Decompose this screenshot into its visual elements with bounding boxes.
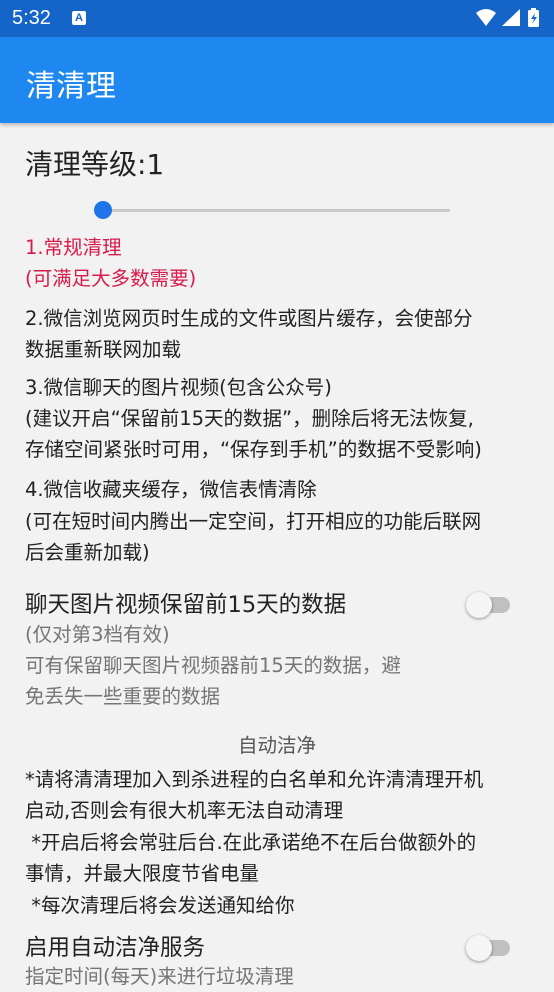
switch-thumb[interactable] xyxy=(466,935,492,961)
status-time: 5:32 xyxy=(12,7,51,29)
level-3-line-2: (建议开启“保留前15天的数据”，删除后将无法恢复, xyxy=(25,407,474,430)
keep-15-days-sub-2: 可有保留聊天图片视频器前15天的数据，避 xyxy=(25,654,401,677)
level-4-line-2: (可在短时间内腾出一定空间，打开相应的功能后联网 xyxy=(25,510,482,533)
auto-clean-service-switch[interactable] xyxy=(466,935,514,961)
keep-15-days-switch[interactable] xyxy=(466,592,514,618)
level-3-line-1: 3.微信聊天的图片视频(包含公众号) xyxy=(25,376,332,399)
auto-clean-note-2-line-1: *开启后将会常驻后台.在此承诺绝不在后台做额外的 xyxy=(25,831,477,854)
auto-clean-note-3: *每次清理后将会发送通知给你 xyxy=(25,894,295,917)
level-1-note: (可满足大多数需要) xyxy=(25,267,197,290)
app-title: 清清理 xyxy=(26,69,116,104)
auto-clean-note-2-line-2: 事情，并最大限度节省电量 xyxy=(25,862,260,885)
app-bar: 清清理 xyxy=(0,37,554,123)
auto-clean-service-sub: 指定时间(每天)来进行垃圾清理 xyxy=(25,965,294,988)
auto-clean-header: 自动洁净 xyxy=(237,734,316,757)
slider-track[interactable] xyxy=(100,209,450,212)
clean-level-label: 清理等级:1 xyxy=(25,148,165,181)
slider-thumb[interactable] xyxy=(94,201,112,219)
status-icons xyxy=(476,8,539,27)
switch-thumb[interactable] xyxy=(466,592,492,618)
level-4-line-3: 后会重新加载) xyxy=(25,541,150,564)
level-4-line-1: 4.微信收藏夹缓存，微信表情清除 xyxy=(25,478,317,501)
status-bar: 5:32 A xyxy=(0,0,554,37)
level-2-line-1: 2.微信浏览网页时生成的文件或图片缓存，会使部分 xyxy=(25,307,473,330)
a-icon: A xyxy=(72,11,86,25)
keep-15-days-sub-1: (仅对第3档有效) xyxy=(25,623,170,646)
level-1-title: 1.常规清理 xyxy=(25,236,122,259)
level-2-line-2: 数据重新联网加载 xyxy=(25,338,182,361)
keep-15-days-sub-3: 免丢失一些重要的数据 xyxy=(25,685,221,708)
wifi-icon xyxy=(476,9,496,26)
auto-clean-note-1-line-2: 启动,否则会有很大机率无法自动清理 xyxy=(25,799,344,822)
auto-clean-note-1-line-1: *请将清清理加入到杀进程的白名单和允许清清理开机 xyxy=(25,768,484,791)
clean-level-slider[interactable] xyxy=(94,201,452,219)
signal-icon xyxy=(502,9,520,26)
keep-15-days-title[interactable]: 聊天图片视频保留前15天的数据 xyxy=(25,587,346,619)
auto-clean-service-title[interactable]: 启用自动洁净服务 xyxy=(25,930,205,962)
level-3-line-3: 存储空间紧张时可用，“保存到手机”的数据不受影响) xyxy=(25,438,482,461)
battery-icon xyxy=(528,8,539,27)
